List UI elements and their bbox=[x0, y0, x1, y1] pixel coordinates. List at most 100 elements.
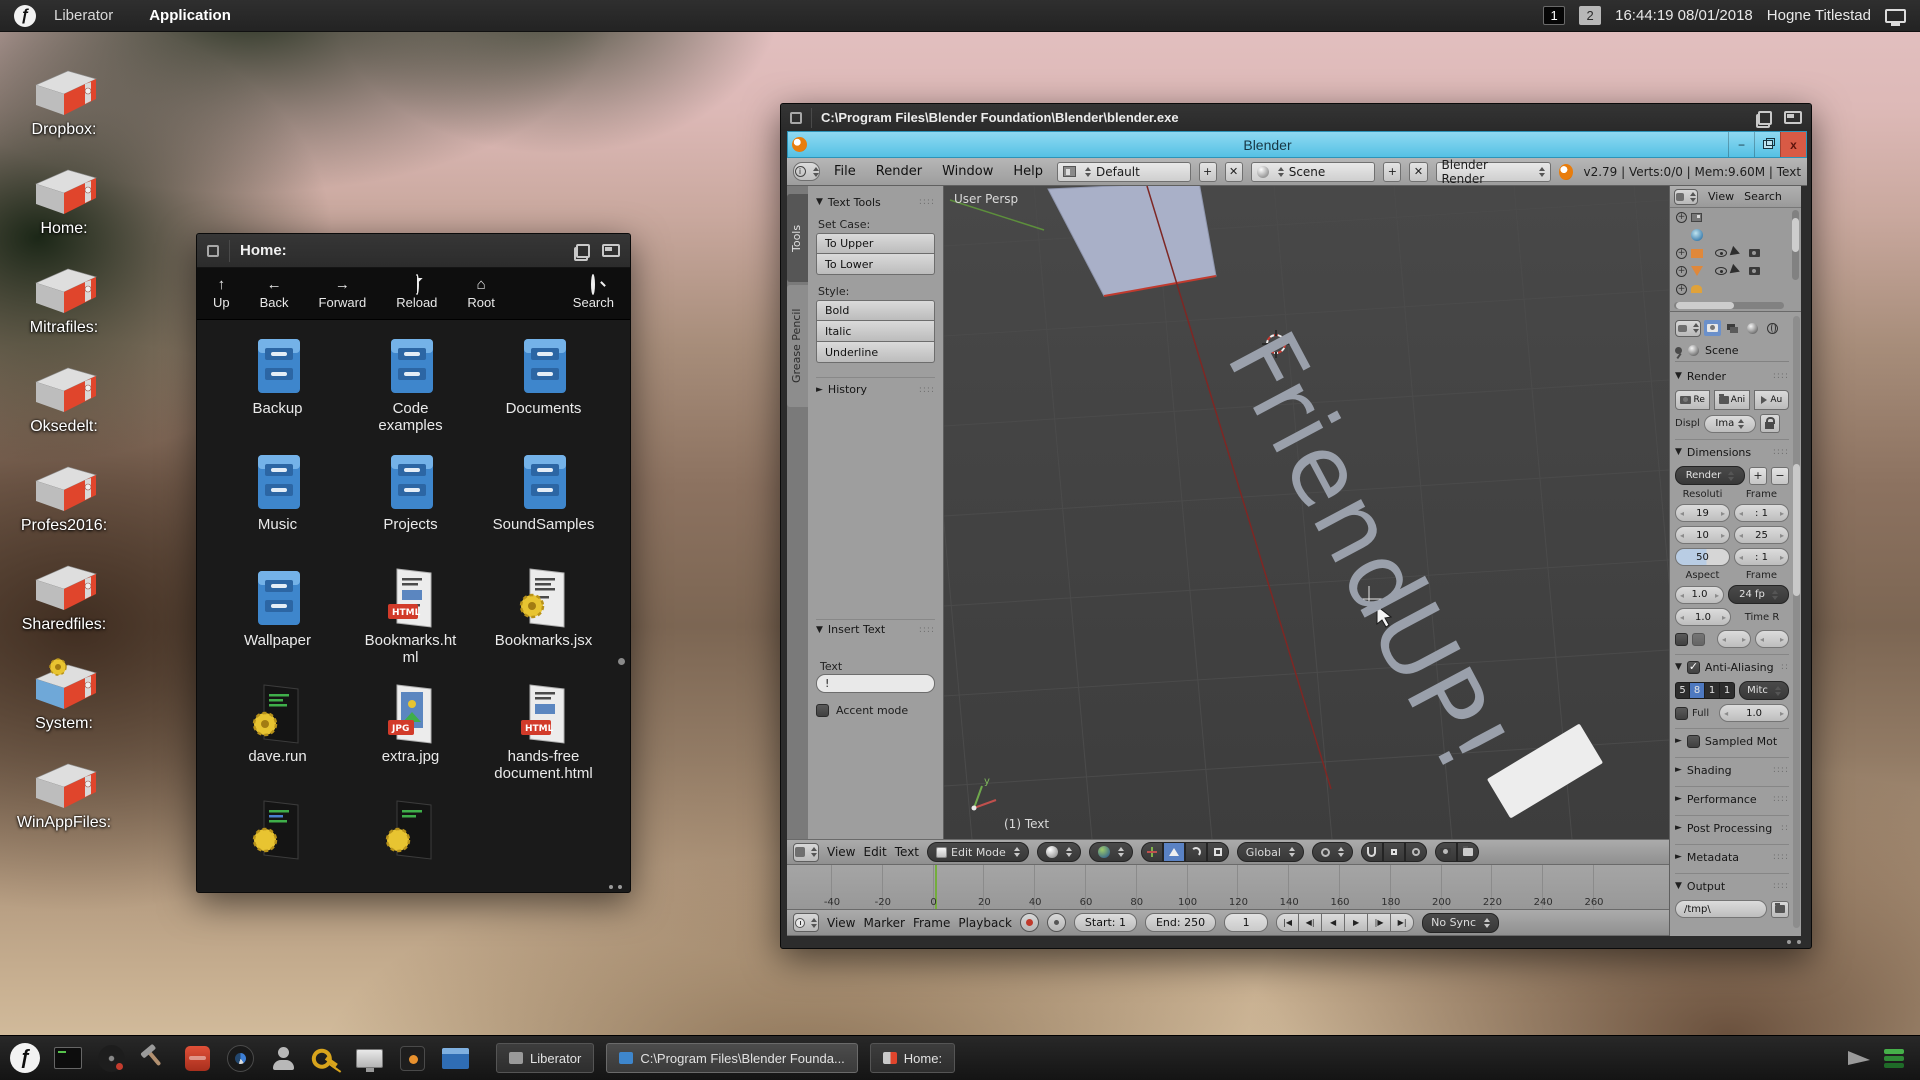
drive-mitrafiles[interactable]: Mitrafiles: bbox=[14, 238, 114, 337]
resize-grip[interactable] bbox=[609, 885, 622, 889]
aa-samples-11[interactable]: 1 bbox=[1705, 682, 1720, 699]
task-liberator[interactable]: Liberator bbox=[496, 1043, 594, 1073]
dimensions-panel-header[interactable]: ▼Dimensions:::: bbox=[1675, 442, 1789, 462]
filemanager-content[interactable]: Backup Code examples Documents Music Pro… bbox=[197, 320, 630, 891]
blender-app-titlebar[interactable]: Blender − x bbox=[787, 131, 1807, 158]
outliner-hscrollbar[interactable] bbox=[1674, 302, 1784, 309]
tab-render[interactable] bbox=[1704, 320, 1721, 336]
accent-mode-checkbox[interactable] bbox=[816, 704, 829, 717]
mode-select[interactable]: Edit Mode bbox=[927, 842, 1029, 862]
workspace-1[interactable]: 1 bbox=[1543, 6, 1565, 25]
file-music[interactable]: Music bbox=[211, 450, 344, 566]
jump-end-button[interactable]: ▶| bbox=[1391, 913, 1414, 932]
tab-world[interactable] bbox=[1764, 320, 1781, 336]
insert-text-header[interactable]: ▼Insert Text:::: bbox=[816, 619, 935, 639]
autokey-record-button[interactable] bbox=[1020, 913, 1039, 932]
bold-button[interactable]: Bold bbox=[816, 300, 935, 321]
friend-logo-icon[interactable]: ƒ bbox=[14, 5, 36, 27]
aspect-y-field[interactable]: 1.0 bbox=[1675, 608, 1731, 626]
close-gadget-icon[interactable] bbox=[790, 112, 802, 124]
insert-text-input[interactable] bbox=[816, 674, 935, 693]
contacts-launcher-icon[interactable] bbox=[266, 1041, 300, 1075]
up-button[interactable]: ↑Up bbox=[213, 278, 230, 310]
search-button[interactable]: Search bbox=[573, 278, 614, 310]
tab-grease-pencil[interactable]: Grease Pencil bbox=[787, 285, 808, 407]
visibility-icon[interactable] bbox=[1715, 249, 1727, 257]
render-panel-header[interactable]: ▼Render:::: bbox=[1675, 366, 1789, 386]
drive-system[interactable]: System: bbox=[14, 634, 114, 733]
file-extra-jpg[interactable]: JPG extra.jpg bbox=[344, 682, 477, 798]
play-reverse-button[interactable]: ◀ bbox=[1322, 913, 1345, 932]
red-app-launcher-icon[interactable] bbox=[180, 1041, 214, 1075]
visibility-icon[interactable] bbox=[1715, 267, 1727, 275]
file-bookmarks-jsx[interactable]: Bookmarks.jsx bbox=[477, 566, 610, 682]
selectability-icon[interactable] bbox=[1730, 246, 1747, 260]
aa-samples-5[interactable]: 5 bbox=[1675, 682, 1690, 699]
blue-window-launcher-icon[interactable] bbox=[438, 1041, 472, 1075]
terminal-launcher-icon[interactable] bbox=[51, 1041, 85, 1075]
manipulator-scale-button[interactable] bbox=[1207, 842, 1229, 862]
task-home[interactable]: Home: bbox=[870, 1043, 955, 1073]
menu-view[interactable]: View bbox=[827, 916, 855, 930]
next-keyframe-button[interactable]: |▶ bbox=[1368, 913, 1391, 932]
drive-dropbox[interactable]: Dropbox: bbox=[14, 40, 114, 139]
camera-app-launcher-icon[interactable] bbox=[395, 1041, 429, 1075]
frame-end-field[interactable]: 25 bbox=[1734, 526, 1789, 544]
remove-scene-button[interactable]: ✕ bbox=[1409, 162, 1427, 182]
editor-type-button[interactable] bbox=[1674, 189, 1698, 205]
minimize-button[interactable]: − bbox=[1728, 132, 1754, 157]
security-key-launcher-icon[interactable] bbox=[309, 1041, 343, 1075]
properties-scrollbar[interactable] bbox=[1793, 316, 1800, 928]
resolution-y-field[interactable]: 10 bbox=[1675, 526, 1730, 544]
close-gadget-icon[interactable] bbox=[207, 245, 219, 257]
underline-button[interactable]: Underline bbox=[816, 342, 935, 363]
editor-type-button[interactable] bbox=[1675, 320, 1701, 337]
performance-header[interactable]: ►Performance:::: bbox=[1675, 789, 1789, 809]
keying-set-button[interactable] bbox=[1047, 913, 1066, 932]
remove-preset-button[interactable]: − bbox=[1771, 467, 1789, 485]
render-preset-select[interactable]: Render bbox=[1675, 466, 1745, 485]
aa-samples-8[interactable]: 8 bbox=[1690, 682, 1705, 699]
drive-sharedfiles[interactable]: Sharedfiles: bbox=[14, 535, 114, 634]
frame-end-field[interactable]: End: 250 bbox=[1145, 913, 1216, 932]
menu-file[interactable]: File bbox=[828, 164, 862, 179]
aa-samples-16[interactable]: 1 bbox=[1720, 682, 1735, 699]
drive-winappfiles[interactable]: WinAppFiles: bbox=[14, 733, 114, 832]
render-animation-button[interactable]: Ani bbox=[1714, 390, 1749, 410]
antialiasing-panel-header[interactable]: ▼Anti-Aliasing:: bbox=[1675, 657, 1789, 677]
to-lower-button[interactable]: To Lower bbox=[816, 254, 935, 275]
task-blender[interactable]: C:\Program Files\Blender Founda... bbox=[606, 1043, 857, 1073]
output-header[interactable]: ▼Output:::: bbox=[1675, 876, 1789, 896]
opengl-render-button[interactable] bbox=[1435, 842, 1457, 862]
post-processing-header[interactable]: ►Post Processing:: bbox=[1675, 818, 1789, 838]
file-projects[interactable]: Projects bbox=[344, 450, 477, 566]
screens-icon[interactable] bbox=[1885, 9, 1906, 23]
drive-profes2016[interactable]: Profes2016: bbox=[14, 436, 114, 535]
add-preset-button[interactable]: + bbox=[1749, 467, 1767, 485]
resolution-x-field[interactable]: 19 bbox=[1675, 504, 1730, 522]
border-checkbox[interactable] bbox=[1675, 633, 1688, 646]
resolution-percent-slider[interactable]: 50 bbox=[1675, 548, 1730, 566]
restore-button[interactable] bbox=[1754, 132, 1780, 157]
zoom-gadget-icon[interactable] bbox=[1784, 111, 1802, 124]
render-audio-button[interactable]: Au bbox=[1754, 390, 1789, 410]
menu-text[interactable]: Text bbox=[895, 845, 919, 859]
fps-select[interactable]: 24 fp bbox=[1728, 585, 1789, 604]
add-scene-button[interactable]: + bbox=[1383, 162, 1401, 182]
viewport-3d[interactable]: y FriendUP! User Persp (1) Text bbox=[944, 186, 1669, 839]
display-select[interactable]: Ima bbox=[1704, 415, 1756, 433]
renderability-icon[interactable] bbox=[1749, 249, 1760, 257]
to-upper-button[interactable]: To Upper bbox=[816, 233, 935, 254]
antialiasing-checkbox[interactable] bbox=[1687, 661, 1700, 674]
outliner-row-object[interactable]: + bbox=[1670, 262, 1801, 280]
aa-filter-select[interactable]: Mitc bbox=[1739, 681, 1789, 700]
menu-window[interactable]: Window bbox=[936, 164, 999, 179]
zoom-gadget-icon[interactable] bbox=[602, 244, 620, 257]
shading-header[interactable]: ►Shading:::: bbox=[1675, 760, 1789, 780]
text-tools-header[interactable]: ▼Text Tools:::: bbox=[816, 192, 935, 212]
depth-gadget-icon[interactable] bbox=[574, 244, 590, 257]
tab-tools[interactable]: Tools bbox=[787, 194, 808, 282]
resize-grip[interactable] bbox=[1787, 940, 1801, 944]
orientation-select[interactable]: Global bbox=[1237, 842, 1304, 862]
tab-scene[interactable] bbox=[1744, 320, 1761, 336]
